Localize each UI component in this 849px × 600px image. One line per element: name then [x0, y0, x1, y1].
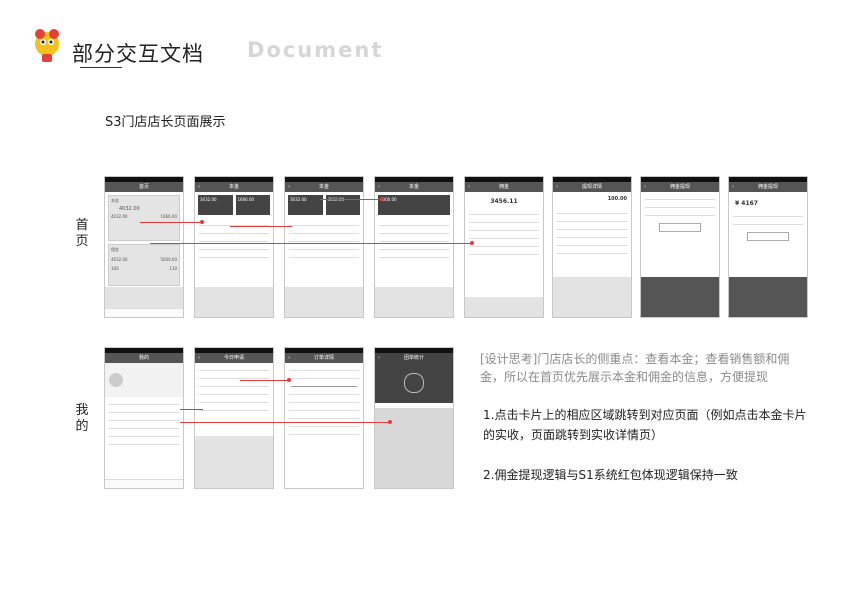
link-today-apply	[180, 409, 203, 410]
screen-principal-3[interactable]: ‹ 本金 4000.00	[374, 176, 454, 318]
design-thinking-note: [设计思考]门店店长的侧重点：查看本金；查看销售额和佣金，所以在首页优先展示本金…	[480, 352, 790, 384]
title-underline	[80, 67, 122, 68]
link-dot	[287, 378, 291, 382]
screen-withdraw-2[interactable]: ‹ 佣金提现 ¥ 4167	[728, 176, 808, 318]
row-label-mine: 我的	[75, 403, 89, 434]
link-principal	[140, 222, 202, 223]
screen-withdraw-detail[interactable]: ‹ 提现详情 100.00	[552, 176, 632, 318]
link-order-detail	[240, 380, 290, 381]
section-title: S3门店店长页面展示	[105, 115, 226, 130]
link-commission	[150, 243, 472, 244]
link-principal-3	[320, 199, 382, 200]
screen-commission[interactable]: ‹ 佣金 3456.11	[464, 176, 544, 318]
screen-home[interactable]: 首页 本金 4032.00 4032.00 1666.00 佣金 4032.00…	[104, 176, 184, 318]
interaction-point-1: 1.点击卡片上的相应区域跳转到对应页面（例如点击本金卡片的实收，页面跳转到实收详…	[483, 408, 807, 442]
screen-order-detail[interactable]: ‹ 订单详情	[284, 347, 364, 489]
link-dot	[380, 197, 384, 201]
screen-group-stats[interactable]: ‹ 团单统计	[374, 347, 454, 489]
link-dot	[388, 420, 392, 424]
link-dot	[200, 220, 204, 224]
screen-principal-1[interactable]: ‹ 本金 3032.00 1666.00	[194, 176, 274, 318]
screen-principal-2[interactable]: ‹本金 3032.00 3032.00	[284, 176, 364, 318]
interaction-point-2: 2.佣金提现逻辑与S1系统红包体现逻辑保持一致	[483, 468, 738, 482]
page-title: 部分交互文档	[72, 42, 204, 66]
screen-mine[interactable]: 我的	[104, 347, 184, 489]
link-dot	[470, 241, 474, 245]
page-title-en: Document	[247, 38, 384, 62]
brand-logo	[28, 27, 66, 65]
link-group-stats	[180, 422, 390, 423]
screen-withdraw-1[interactable]: ‹ 佣金提现	[640, 176, 720, 318]
screen-today-apply[interactable]: ‹ 今日申请	[194, 347, 274, 489]
link-principal-2	[230, 226, 292, 227]
row-label-home: 首页	[75, 218, 89, 249]
